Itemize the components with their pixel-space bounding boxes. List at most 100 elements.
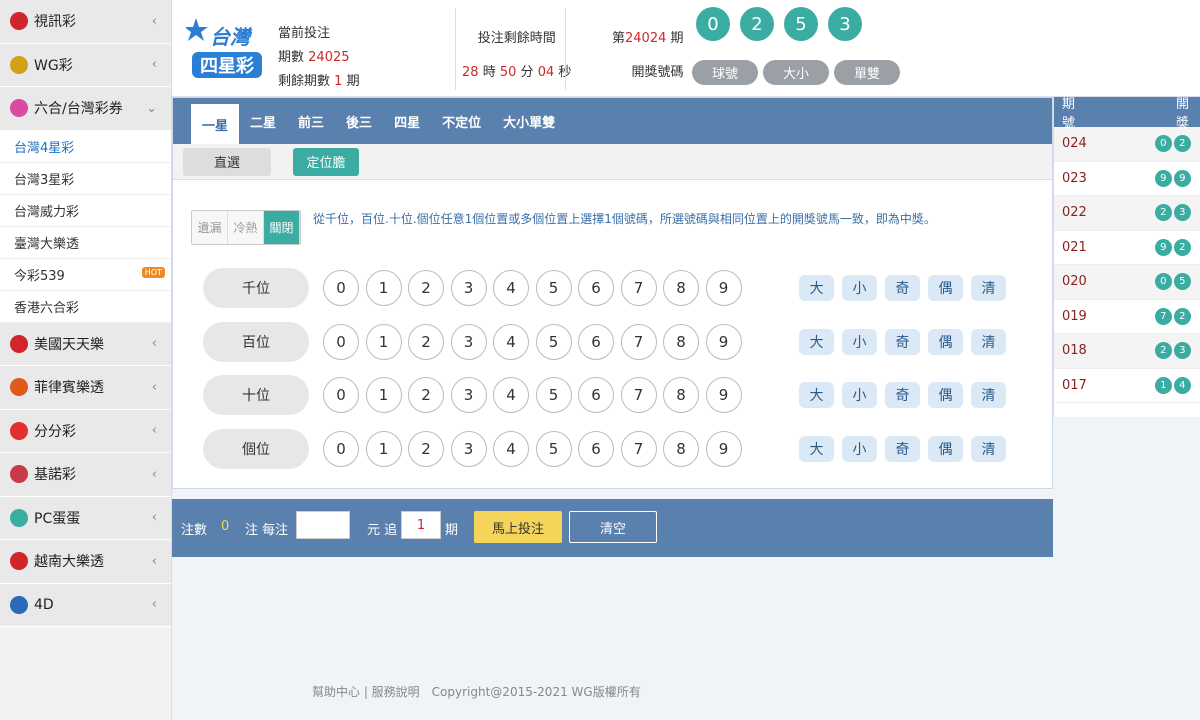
history-ball: 2 xyxy=(1173,238,1191,256)
rule-description: 從千位，百位.十位.個位任意1個位置或多個位置上選擇1個號碼，所選號碼與相同位置… xyxy=(313,212,936,226)
number-ball[interactable]: 6 xyxy=(578,270,614,306)
quick-select-button[interactable]: 清 xyxy=(971,328,1006,355)
quick-select-button[interactable]: 清 xyxy=(971,435,1006,462)
tab-play-type[interactable]: 後三 xyxy=(335,98,383,144)
number-ball[interactable]: 9 xyxy=(705,377,742,413)
number-ball[interactable]: 4 xyxy=(493,323,529,360)
history-ball: 0 xyxy=(1154,135,1172,153)
bet-now-button[interactable]: 馬上投注 xyxy=(474,511,562,543)
sidebar-item-5[interactable]: 越南大樂透 ‹ xyxy=(0,540,171,584)
sidebar-subitem[interactable]: 臺灣大樂透 xyxy=(0,226,171,259)
amount-input[interactable] xyxy=(296,511,350,539)
tab-play-type[interactable]: 一星 xyxy=(191,104,240,144)
quick-select-button[interactable]: 奇 xyxy=(885,382,920,408)
number-ball[interactable]: 0 xyxy=(323,323,359,360)
quick-select-button[interactable]: 奇 xyxy=(885,275,920,301)
quick-select-button[interactable]: 偶 xyxy=(928,328,963,355)
sidebar-item-1[interactable]: WG彩 ‹ xyxy=(0,43,171,87)
quick-select-button[interactable]: 奇 xyxy=(885,435,920,462)
number-ball[interactable]: 3 xyxy=(450,270,487,306)
sidebar-item-1[interactable]: 菲律賓樂透 ‹ xyxy=(0,366,171,410)
tab-play-type[interactable]: 二星 xyxy=(239,98,287,144)
number-ball[interactable]: 6 xyxy=(578,377,614,413)
quick-select-button[interactable]: 偶 xyxy=(928,382,963,408)
number-ball[interactable]: 9 xyxy=(705,430,742,467)
sidebar-item-0[interactable]: 美國天天樂 ‹ xyxy=(0,322,171,366)
number-ball[interactable]: 5 xyxy=(535,430,572,467)
draw-view-button[interactable]: 單雙 xyxy=(834,60,900,85)
number-ball[interactable]: 8 xyxy=(663,270,699,306)
number-ball[interactable]: 5 xyxy=(535,270,572,306)
number-ball[interactable]: 2 xyxy=(408,270,444,306)
number-ball[interactable]: 9 xyxy=(705,270,742,306)
number-ball[interactable]: 6 xyxy=(578,430,614,467)
sidebar-item-2[interactable]: 六合/台灣彩券 ⌄ xyxy=(0,87,171,131)
chase-input[interactable]: 1 xyxy=(401,511,441,539)
number-ball[interactable]: 1 xyxy=(365,377,402,413)
number-ball[interactable]: 2 xyxy=(408,323,444,360)
number-ball[interactable]: 9 xyxy=(705,323,742,360)
number-ball[interactable]: 1 xyxy=(365,430,402,467)
number-ball[interactable]: 7 xyxy=(620,430,657,467)
subtab-button[interactable]: 直選 xyxy=(183,147,271,176)
number-ball[interactable]: 4 xyxy=(493,270,529,306)
sidebar-subitem[interactable]: 香港六合彩 xyxy=(0,290,171,323)
number-ball[interactable]: 7 xyxy=(620,323,657,360)
number-ball[interactable]: 5 xyxy=(535,323,572,360)
stat-toggle-option[interactable]: 冷熱 xyxy=(228,211,264,244)
number-ball[interactable]: 0 xyxy=(323,377,359,413)
quick-select-button[interactable]: 小 xyxy=(842,328,877,355)
quick-select-button[interactable]: 大 xyxy=(799,382,834,408)
quick-select-button[interactable]: 清 xyxy=(971,275,1006,301)
quick-select-button[interactable]: 大 xyxy=(799,275,834,301)
number-ball[interactable]: 3 xyxy=(450,323,487,360)
clear-button[interactable]: 清空 xyxy=(569,511,657,543)
tab-play-type[interactable]: 不定位 xyxy=(431,98,492,144)
sidebar-item-4[interactable]: PC蛋蛋 ‹ xyxy=(0,496,171,540)
sidebar-subitem[interactable]: 台灣威力彩 xyxy=(0,194,171,227)
number-ball[interactable]: 3 xyxy=(450,377,487,413)
sidebar-subitem[interactable]: 台灣3星彩 xyxy=(0,162,171,195)
number-ball[interactable]: 7 xyxy=(620,270,657,306)
sidebar-item-3[interactable]: 基諾彩 ‹ xyxy=(0,453,171,497)
number-ball[interactable]: 4 xyxy=(493,377,529,413)
quick-select-button[interactable]: 小 xyxy=(842,435,877,462)
sidebar-subitem[interactable]: 台灣4星彩 xyxy=(0,130,171,163)
draw-view-button[interactable]: 大小 xyxy=(763,60,829,85)
number-ball[interactable]: 8 xyxy=(663,430,699,467)
draw-view-button[interactable]: 球號 xyxy=(692,60,758,85)
sidebar-item-label: 4D xyxy=(34,596,54,613)
number-ball[interactable]: 0 xyxy=(323,430,359,467)
quick-select-button[interactable]: 小 xyxy=(842,382,877,408)
number-ball[interactable]: 2 xyxy=(408,377,444,413)
quick-select-button[interactable]: 大 xyxy=(799,435,834,462)
quick-select-button[interactable]: 偶 xyxy=(928,275,963,301)
number-ball[interactable]: 3 xyxy=(450,430,487,467)
sidebar-item-0[interactable]: 視訊彩 ‹ xyxy=(0,0,171,44)
number-ball[interactable]: 5 xyxy=(535,377,572,413)
quick-select-button[interactable]: 偶 xyxy=(928,435,963,462)
tab-play-type[interactable]: 大小單雙 xyxy=(492,98,566,144)
number-ball[interactable]: 8 xyxy=(663,377,699,413)
quick-select-button[interactable]: 大 xyxy=(799,328,834,355)
digit-row: 千位 0 1 2 3 4 5 6 7 8 9 大小奇偶清 xyxy=(203,266,1006,310)
number-ball[interactable]: 1 xyxy=(365,270,402,306)
quick-select-button[interactable]: 奇 xyxy=(885,328,920,355)
number-ball[interactable]: 0 xyxy=(323,270,359,306)
subtab-button[interactable]: 定位膽 xyxy=(293,147,359,176)
quick-select-button[interactable]: 小 xyxy=(842,275,877,301)
tab-play-type[interactable]: 前三 xyxy=(287,98,335,144)
tab-play-type[interactable]: 四星 xyxy=(383,98,431,144)
number-ball[interactable]: 1 xyxy=(365,323,402,360)
stat-toggle-option[interactable]: 遺漏 xyxy=(192,211,228,244)
number-ball[interactable]: 4 xyxy=(493,430,529,467)
quick-select-button[interactable]: 清 xyxy=(971,382,1006,408)
number-ball[interactable]: 8 xyxy=(663,323,699,360)
number-ball[interactable]: 2 xyxy=(408,430,444,467)
stat-toggle-option[interactable]: 關閉 xyxy=(264,211,300,244)
sidebar-subitem[interactable]: 今彩539 HOT xyxy=(0,258,171,291)
number-ball[interactable]: 7 xyxy=(620,377,657,413)
number-ball[interactable]: 6 xyxy=(578,323,614,360)
sidebar-item-6[interactable]: 4D ‹ xyxy=(0,583,171,627)
sidebar-item-2[interactable]: 分分彩 ‹ xyxy=(0,409,171,453)
